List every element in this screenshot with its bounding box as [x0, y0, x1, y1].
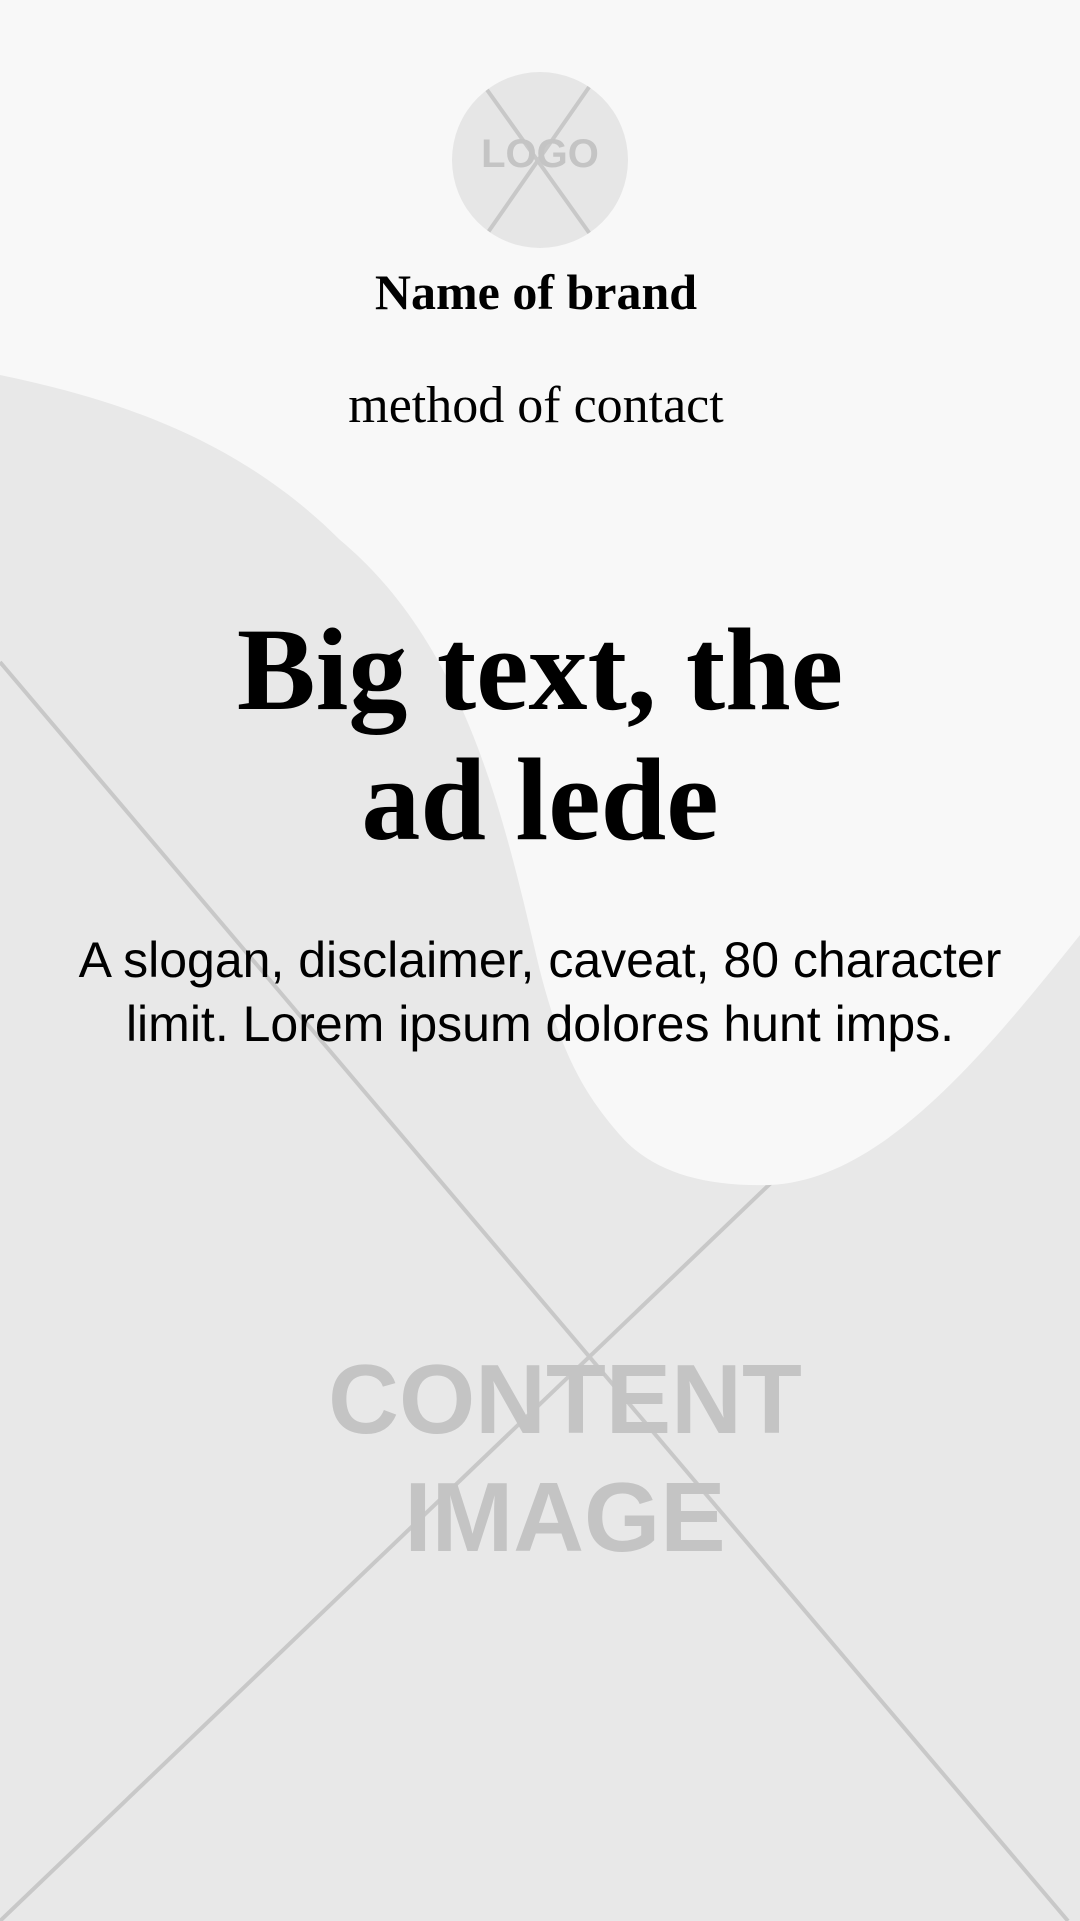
content-image-label: CONTENT IMAGE [230, 1340, 900, 1576]
headline-line: ad lede [361, 734, 719, 865]
content-image-label-line: IMAGE [404, 1462, 726, 1572]
logo-text: LOGO [481, 132, 599, 176]
logo-placeholder: LOGO [452, 72, 628, 248]
brand-name: Name of brand [374, 264, 698, 320]
content-image-label-line: CONTENT [328, 1344, 802, 1454]
ad-slogan: A slogan, disclaimer, caveat, 80 charact… [78, 932, 1002, 1052]
method-of-contact: method of contact [348, 377, 724, 434]
ad-headline: Big text, the ad lede [140, 605, 940, 865]
headline-line: Big text, the [236, 604, 844, 735]
